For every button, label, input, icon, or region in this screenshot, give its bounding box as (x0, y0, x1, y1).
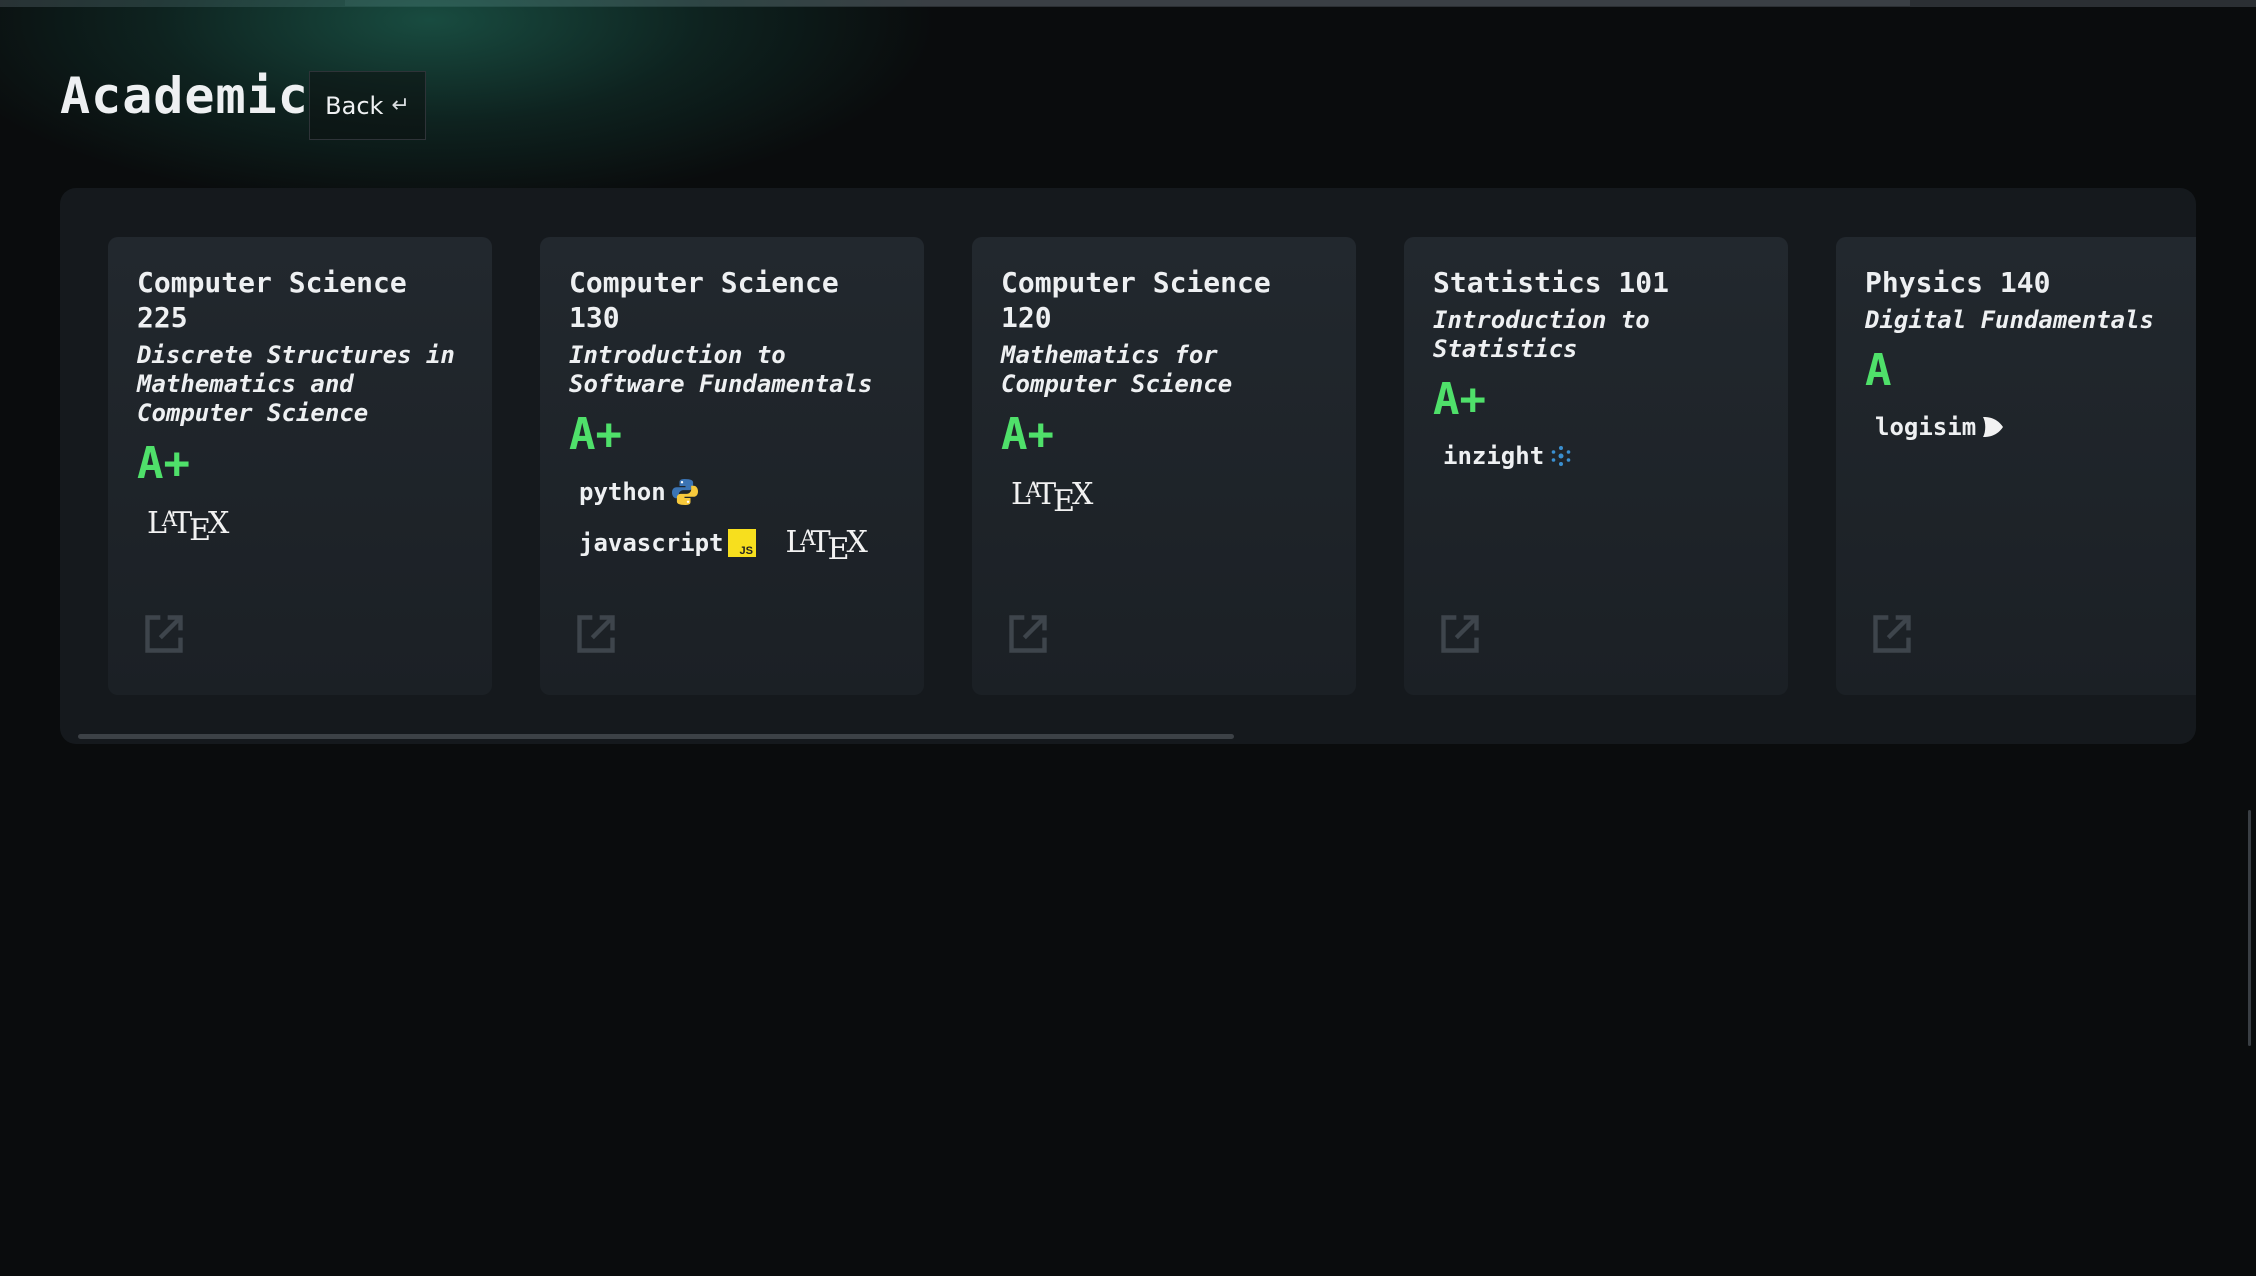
course-grade: A (1865, 345, 1892, 396)
course-card: Computer Science 225 Discrete Structures… (108, 237, 492, 695)
tool-label: javascript (579, 528, 724, 557)
latex-logo: LATEX (147, 506, 229, 548)
tool-inzight: inzight (1443, 442, 1574, 470)
course-grade: A+ (569, 409, 622, 460)
return-arrow-icon: ↵ (391, 93, 410, 118)
course-code: Computer Science 120 (1001, 266, 1271, 334)
top-scrollbar-thumb[interactable] (345, 0, 1910, 6)
course-name: Mathematics for Computer Science (1001, 341, 1233, 398)
tool-label: logisim (1875, 413, 1977, 441)
back-button-label: Back (325, 91, 384, 120)
carousel-scrollbar[interactable] (78, 734, 1234, 739)
course-grade: A+ (137, 438, 190, 489)
course-name: Introduction to Software Fundamentals (569, 341, 873, 398)
course-tools: python javascript JS LATEX (569, 477, 896, 567)
course-code: Computer Science 225 (137, 266, 407, 334)
external-link-icon[interactable] (574, 612, 618, 656)
tool-javascript: javascript JS (579, 528, 756, 557)
tool-logisim: logisim (1875, 413, 2006, 441)
tool-label: inzight (1443, 442, 1545, 470)
course-name: Digital Fundamentals (1865, 306, 2154, 334)
course-name: Discrete Structures in Mathematics and C… (137, 341, 455, 427)
course-code: Physics 140 (1865, 266, 2051, 299)
python-logo-icon (671, 479, 698, 505)
course-tools: LATEX (137, 506, 464, 548)
latex-logo: LATEX (785, 525, 868, 567)
course-card: Statistics 101 Introduction to Statistic… (1404, 237, 1788, 695)
tool-label: python (579, 478, 666, 506)
logisim-gate-icon (1983, 417, 2004, 437)
course-card: Physics 140 Digital Fundamentals A logis… (1836, 237, 2196, 695)
external-link-icon[interactable] (1870, 612, 1914, 656)
back-button[interactable]: Back ↵ (309, 71, 426, 140)
tool-python: python (579, 477, 700, 507)
courses-carousel[interactable]: Computer Science 225 Discrete Structures… (60, 188, 2196, 744)
inzight-logo-icon (1551, 446, 1571, 466)
course-code: Computer Science 130 (569, 266, 839, 334)
external-link-icon[interactable] (1438, 612, 1482, 656)
course-card: Computer Science 120 Mathematics for Com… (972, 237, 1356, 695)
page-scrollbar[interactable] (2248, 810, 2251, 1046)
page-title: Academic (60, 67, 309, 125)
course-tools: inzight (1433, 442, 1760, 470)
course-grade: A+ (1001, 409, 1054, 460)
js-badge-text: JS (739, 545, 752, 557)
course-tools: LATEX (1001, 477, 1328, 519)
course-card: Computer Science 130 Introduction to Sof… (540, 237, 924, 695)
external-link-icon[interactable] (142, 612, 186, 656)
latex-logo: LATEX (1011, 477, 1093, 519)
course-code: Statistics 101 (1433, 266, 1670, 299)
external-link-icon[interactable] (1006, 612, 1050, 656)
js-badge-icon: JS (727, 528, 756, 557)
top-scrollbar[interactable] (0, 0, 2256, 7)
course-tools: logisim (1865, 413, 2192, 441)
course-grade: A+ (1433, 374, 1486, 425)
course-card-list: Computer Science 225 Discrete Structures… (108, 237, 2196, 695)
course-name: Introduction to Statistics (1433, 306, 1650, 363)
